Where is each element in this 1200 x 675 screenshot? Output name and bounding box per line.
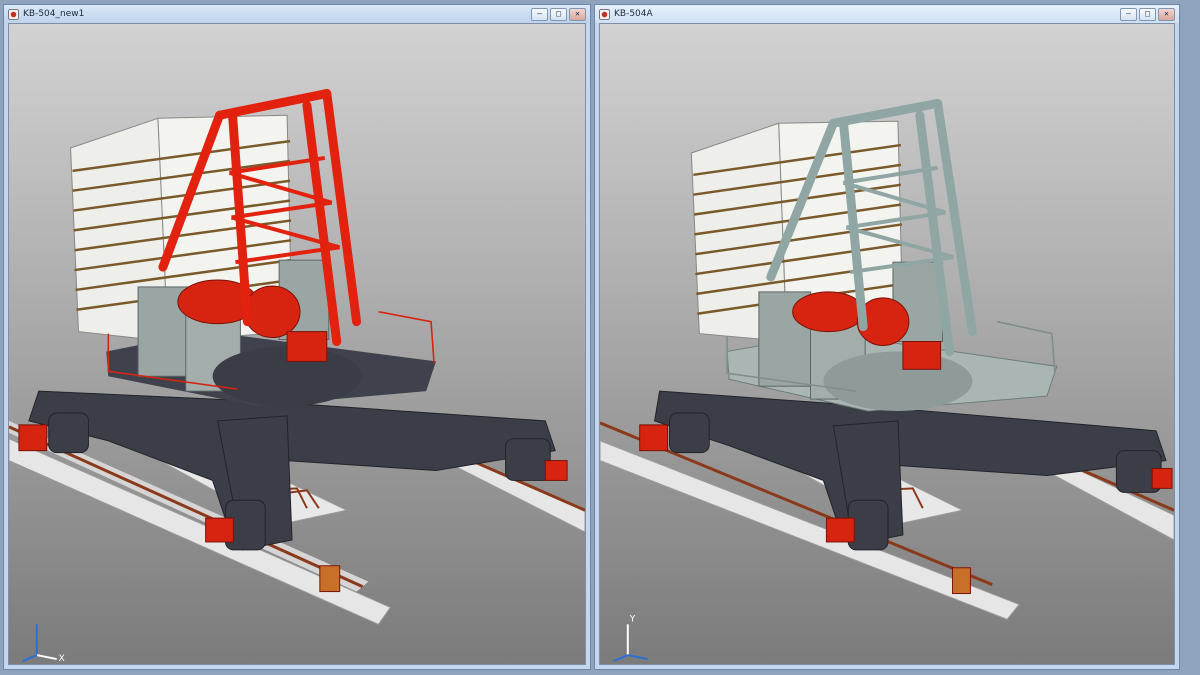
crane-model-view[interactable]: X (9, 24, 585, 664)
crane-model-view[interactable]: Y (600, 24, 1174, 664)
minimize-button[interactable]: – (531, 7, 548, 21)
viewport-window-right[interactable]: KB-504A – □ ✕ Y (594, 4, 1180, 670)
window-title: KB-504A (614, 9, 653, 19)
app-icon (599, 8, 610, 20)
viewport-window-left[interactable]: KB-504_new1 – □ ✕ X (3, 4, 591, 670)
window-titlebar[interactable]: KB-504A – □ ✕ (595, 5, 1179, 23)
axis-y-label: Y (629, 614, 636, 624)
app-icon (8, 8, 19, 20)
restore-button[interactable]: □ (1139, 7, 1156, 21)
window-title: KB-504_new1 (23, 9, 85, 19)
minimize-button[interactable]: – (1120, 7, 1137, 21)
window-titlebar[interactable]: KB-504_new1 – □ ✕ (4, 5, 590, 23)
3d-viewport[interactable]: Y (599, 23, 1175, 665)
close-button[interactable]: ✕ (1158, 7, 1175, 21)
axis-x-label: X (59, 654, 65, 664)
3d-viewport[interactable]: X (8, 23, 586, 665)
restore-button[interactable]: □ (550, 7, 567, 21)
close-button[interactable]: ✕ (569, 7, 586, 21)
